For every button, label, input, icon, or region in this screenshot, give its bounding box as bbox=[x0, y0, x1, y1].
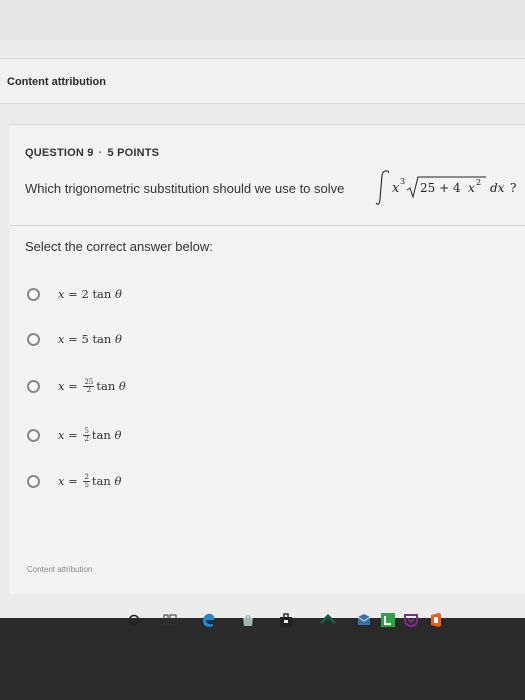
radio-button[interactable] bbox=[27, 379, 40, 393]
svg-text:x: x bbox=[468, 181, 475, 195]
answer-option-4[interactable]: x = 5 2 tan θ bbox=[27, 424, 121, 446]
content-attribution-header: Content attribution bbox=[0, 58, 525, 104]
content-attribution-label[interactable]: Content attribution bbox=[7, 76, 106, 88]
question-number: QUESTION 9 bbox=[25, 147, 94, 159]
option-fraction: 25 2 bbox=[83, 378, 95, 394]
radio-button[interactable] bbox=[27, 474, 40, 488]
option-trig: tan bbox=[91, 474, 111, 488]
svg-text:x: x bbox=[392, 181, 400, 196]
option-theta: θ bbox=[114, 332, 122, 346]
option-theta: θ bbox=[114, 474, 122, 488]
option-label[interactable]: x = 5 tan θ bbox=[58, 332, 122, 346]
option-theta: θ bbox=[114, 428, 122, 442]
option-equals: = bbox=[68, 428, 78, 442]
option-coefficient: 5 bbox=[81, 332, 89, 346]
radio-button[interactable] bbox=[27, 287, 40, 301]
option-theta: θ bbox=[114, 287, 122, 301]
option-variable: x bbox=[58, 474, 65, 488]
green-app-icon[interactable] bbox=[378, 610, 398, 630]
answer-option-2[interactable]: x = 5 tan θ bbox=[27, 328, 122, 350]
store-bag-icon[interactable] bbox=[238, 610, 258, 630]
taskbar bbox=[0, 608, 525, 636]
option-variable: x bbox=[58, 332, 65, 346]
top-strip bbox=[0, 0, 525, 40]
header-separator: · bbox=[98, 147, 103, 159]
answer-option-3[interactable]: x = 25 2 tan θ bbox=[27, 375, 126, 397]
mail-icon[interactable] bbox=[354, 610, 374, 630]
pocket-icon[interactable] bbox=[401, 610, 421, 630]
option-theta: θ bbox=[118, 379, 126, 393]
svg-text:?: ? bbox=[510, 181, 516, 195]
option-equals: = bbox=[68, 379, 78, 393]
option-trig: tan bbox=[96, 379, 116, 393]
question-header: QUESTION 9 · 5 POINTS bbox=[25, 147, 159, 159]
svg-text:dx: dx bbox=[490, 181, 505, 195]
radio-button[interactable] bbox=[27, 332, 40, 346]
option-variable: x bbox=[58, 287, 65, 301]
option-trig: tan bbox=[92, 332, 112, 346]
chevron-icon[interactable] bbox=[318, 610, 338, 630]
option-trig: tan bbox=[91, 428, 111, 442]
office-icon[interactable] bbox=[426, 610, 446, 630]
svg-text:2: 2 bbox=[476, 178, 481, 187]
option-variable: x bbox=[58, 428, 65, 442]
option-label[interactable]: x = 2 5 tan θ bbox=[58, 473, 122, 489]
shopping-bag-icon[interactable] bbox=[276, 610, 296, 630]
option-label[interactable]: x = 2 tan θ bbox=[58, 287, 122, 301]
edge-browser-icon[interactable] bbox=[199, 610, 219, 630]
answer-option-1[interactable]: x = 2 tan θ bbox=[27, 283, 122, 305]
option-equals: = bbox=[68, 332, 78, 346]
fraction-denominator: 2 bbox=[86, 385, 92, 394]
option-fraction: 25 bbox=[83, 473, 90, 489]
question-card: QUESTION 9 · 5 POINTS Which trigonometric … bbox=[10, 124, 525, 594]
svg-text:3: 3 bbox=[400, 177, 405, 186]
divider bbox=[10, 225, 525, 226]
search-circle-icon[interactable] bbox=[124, 610, 144, 630]
fraction-denominator: 5 bbox=[84, 480, 89, 489]
question-prompt: Which trigonometric substitution should … bbox=[25, 181, 345, 196]
question-points: 5 POINTS bbox=[107, 147, 160, 159]
option-label[interactable]: x = 25 2 tan θ bbox=[58, 378, 126, 394]
option-equals: = bbox=[68, 287, 78, 301]
option-variable: x bbox=[58, 379, 65, 393]
task-view-icon[interactable] bbox=[160, 610, 180, 630]
option-coefficient: 2 bbox=[81, 287, 89, 301]
answer-instruction: Select the correct answer below: bbox=[25, 239, 213, 254]
option-label[interactable]: x = 5 2 tan θ bbox=[58, 427, 122, 443]
content-attribution-footer[interactable]: Content attribution bbox=[27, 565, 92, 574]
option-trig: tan bbox=[92, 287, 112, 301]
svg-text:25 + 4: 25 + 4 bbox=[420, 181, 461, 195]
option-equals: = bbox=[68, 474, 78, 488]
radio-button[interactable] bbox=[27, 428, 40, 442]
monitor-bezel bbox=[0, 636, 525, 700]
fraction-denominator: 2 bbox=[84, 434, 89, 443]
integral-expression: x 3 25 + 4 x 2 dx ? bbox=[375, 170, 516, 205]
screen: Content attribution QUESTION 9 · 5 POINTS … bbox=[0, 0, 525, 628]
option-fraction: 52 bbox=[83, 427, 90, 443]
answer-option-5[interactable]: x = 2 5 tan θ bbox=[27, 470, 121, 492]
